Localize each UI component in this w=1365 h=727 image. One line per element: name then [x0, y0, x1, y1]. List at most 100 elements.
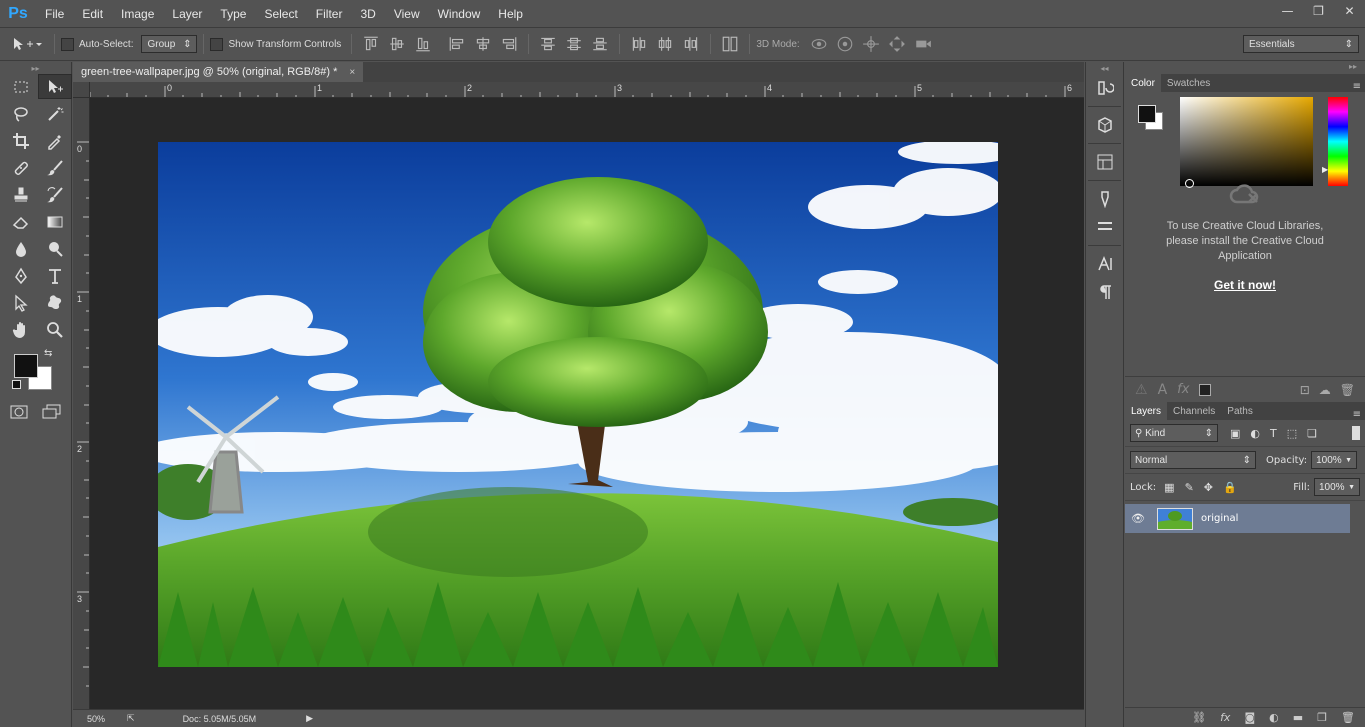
zoom-level[interactable]: 50% [87, 714, 105, 724]
quick-mask-icon[interactable] [10, 404, 28, 423]
filter-pixel-icon[interactable]: ▣ [1230, 427, 1240, 440]
add-character-style-icon[interactable]: A [1158, 382, 1168, 398]
add-color-icon[interactable] [1199, 383, 1212, 396]
filter-adjustment-icon[interactable]: ◐ [1250, 427, 1260, 440]
workspace-dropdown[interactable]: Essentials ⇕ [1243, 35, 1359, 53]
brush-tool-icon[interactable] [38, 155, 72, 180]
layer-name[interactable]: original [1201, 513, 1238, 524]
layer-row[interactable]: 👁 original [1125, 504, 1350, 533]
close-tab-icon[interactable]: × [349, 67, 355, 78]
new-group-icon[interactable]: ▬ [1293, 711, 1303, 724]
distribute-right-icon[interactable] [682, 36, 700, 52]
add-graphic-icon[interactable]: ⚠ [1135, 382, 1148, 398]
custom-shape-icon[interactable] [38, 290, 72, 315]
align-top-icon[interactable] [362, 36, 380, 52]
3d-pan-icon[interactable] [862, 36, 880, 52]
3d-scale-icon[interactable] [914, 36, 932, 52]
align-vcenter-icon[interactable] [388, 36, 406, 52]
menu-type[interactable]: Type [211, 7, 255, 21]
show-transform-checkbox[interactable] [210, 37, 224, 51]
menu-select[interactable]: Select [255, 7, 306, 21]
magic-wand-icon[interactable] [38, 101, 72, 126]
document-image[interactable] [158, 142, 998, 667]
minimize-button[interactable]: — [1272, 0, 1303, 22]
3d-rotate-icon[interactable] [810, 36, 828, 52]
default-colors-icon[interactable] [12, 380, 21, 389]
add-mask-icon[interactable]: ◙ [1244, 711, 1255, 724]
blur-tool-icon[interactable] [4, 236, 38, 261]
document-tab[interactable]: green-tree-wallpaper.jpg @ 50% (original… [73, 62, 364, 82]
history-brush-icon[interactable] [38, 182, 72, 207]
properties-panel-icon[interactable] [1086, 148, 1123, 176]
collapse-icon[interactable]: ▸▸ [0, 62, 71, 74]
marquee-tool-icon[interactable] [4, 74, 38, 99]
align-bottom-icon[interactable] [414, 36, 432, 52]
align-hcenter-icon[interactable] [474, 36, 492, 52]
eyedropper-icon[interactable] [38, 128, 72, 153]
menu-filter[interactable]: Filter [307, 7, 352, 21]
layer-kind-filter[interactable]: ⚲ Kind ⇕ [1130, 424, 1218, 442]
menu-edit[interactable]: Edit [73, 7, 112, 21]
eraser-icon[interactable] [4, 209, 38, 234]
menu-layer[interactable]: Layer [163, 7, 211, 21]
auto-align-icon[interactable] [721, 36, 739, 52]
filter-shape-icon[interactable]: ⬚ [1287, 427, 1297, 440]
foreground-color-swatch[interactable] [14, 354, 38, 378]
opacity-input[interactable]: 100% ▼ [1311, 451, 1358, 469]
hue-slider[interactable] [1328, 97, 1348, 186]
menu-help[interactable]: Help [489, 7, 532, 21]
add-style-icon[interactable]: fx [1220, 711, 1230, 724]
link-layers-icon[interactable]: ⛓ [1192, 711, 1206, 724]
screen-mode-icon[interactable] [42, 404, 62, 423]
type-tool-icon[interactable] [38, 263, 72, 288]
stock-icon[interactable]: ⊡ [1300, 383, 1310, 397]
align-left-icon[interactable] [448, 36, 466, 52]
menu-window[interactable]: Window [429, 7, 490, 21]
vertical-ruler[interactable]: 0 1 2 3 [73, 82, 90, 709]
adjustment-layer-icon[interactable]: ◐ [1269, 711, 1279, 724]
3d-slide-icon[interactable] [888, 36, 906, 52]
distribute-left-icon[interactable] [630, 36, 648, 52]
clone-stamp-icon[interactable] [4, 182, 38, 207]
lasso-tool-icon[interactable] [4, 101, 38, 126]
pen-tool-icon[interactable] [4, 263, 38, 288]
filter-smart-icon[interactable]: ❏ [1307, 427, 1317, 440]
foreground-color-chip[interactable] [1138, 105, 1156, 123]
gradient-tool-icon[interactable] [38, 209, 72, 234]
color-spectrum[interactable] [1180, 97, 1313, 188]
export-icon[interactable]: ⇱ [127, 713, 135, 724]
delete-icon[interactable]: 🗑 [1340, 383, 1355, 397]
new-layer-icon[interactable]: ❐ [1317, 711, 1327, 724]
menu-3d[interactable]: 3D [351, 7, 384, 21]
crop-tool-icon[interactable] [4, 128, 38, 153]
filter-type-icon[interactable]: T [1270, 427, 1277, 440]
move-tool-icon[interactable] [38, 74, 72, 99]
menu-file[interactable]: File [36, 7, 73, 21]
chevron-down-icon[interactable]: ▼ [1348, 484, 1355, 491]
tab-channels[interactable]: Channels [1167, 402, 1221, 420]
ruler-origin[interactable] [73, 82, 90, 98]
dodge-tool-icon[interactable] [38, 236, 72, 261]
zoom-tool-icon[interactable] [38, 317, 72, 342]
character-panel-icon[interactable] [1086, 250, 1123, 278]
auto-select-checkbox[interactable] [61, 37, 74, 51]
brushes-panel-icon[interactable] [1086, 185, 1123, 213]
delete-layer-icon[interactable]: 🗑 [1341, 711, 1355, 724]
lock-transparency-icon[interactable]: ▦ [1164, 481, 1174, 494]
brush-presets-icon[interactable] [1086, 213, 1123, 241]
distribute-hcenter-icon[interactable] [656, 36, 674, 52]
panel-menu-icon[interactable]: ≡ [1353, 409, 1361, 420]
distribute-top-icon[interactable] [539, 36, 557, 52]
hand-tool-icon[interactable] [4, 317, 38, 342]
add-layer-style-icon[interactable]: fx [1177, 382, 1189, 397]
tab-color[interactable]: Color [1125, 74, 1161, 92]
3d-roll-icon[interactable] [836, 36, 854, 52]
canvas-pasteboard[interactable] [90, 98, 1084, 709]
tab-swatches[interactable]: Swatches [1161, 74, 1216, 92]
fill-input[interactable]: 100% ▼ [1314, 478, 1360, 496]
close-button[interactable]: ✕ [1334, 0, 1365, 22]
eye-icon[interactable]: 👁 [1125, 512, 1151, 525]
panel-collapse-icon[interactable]: ▸▸ [1125, 62, 1365, 74]
paragraph-panel-icon[interactable] [1086, 278, 1123, 306]
menu-view[interactable]: View [385, 7, 429, 21]
